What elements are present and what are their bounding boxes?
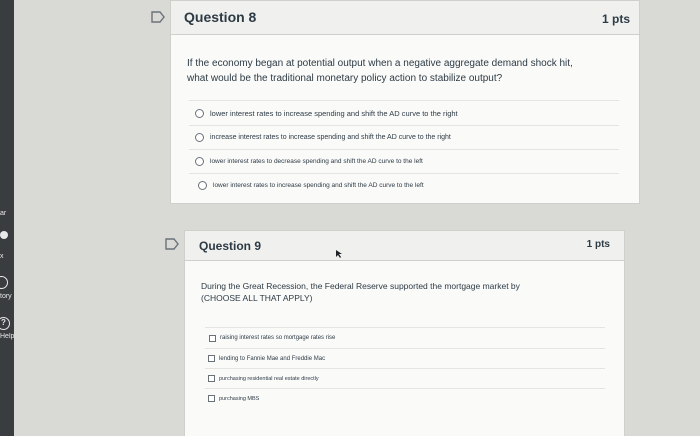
checkbox[interactable] — [208, 395, 215, 402]
checkbox[interactable] — [209, 334, 216, 342]
answer-option[interactable]: lower interest rates to increase spendin… — [189, 101, 619, 125]
checkbox[interactable] — [208, 355, 215, 362]
radio-button[interactable] — [195, 157, 204, 166]
answer-label: lower interest rates to decrease spendin… — [210, 158, 423, 165]
help-glyph: ? — [1, 318, 6, 327]
global-nav: ar x tory ? Help — [0, 0, 14, 436]
answer-label: purchasing MBS — [219, 395, 260, 402]
radio-button[interactable] — [198, 181, 207, 190]
question-card: Question 9 1 pts During the Great Recess… — [165, 230, 625, 436]
question-title: Question 8 — [184, 9, 257, 25]
question-points: 1 pts — [601, 12, 630, 26]
answer-label: increase interest rates to increase spen… — [210, 134, 451, 141]
answer-label: purchasing residential real estate direc… — [219, 375, 319, 382]
answer-list: raising interest rates so mortgage rates… — [205, 327, 605, 408]
question-text-line: During the Great Recession, the Federal … — [201, 281, 520, 291]
question-text: During the Great Recession, the Federal … — [201, 280, 520, 305]
history-icon[interactable] — [0, 276, 8, 289]
answer-option[interactable]: purchasing MBS — [205, 388, 605, 408]
dot-icon — [0, 231, 8, 239]
flag-icon[interactable] — [165, 238, 179, 250]
question-text: If the economy began at potential output… — [187, 57, 573, 86]
question-points: 1 pts — [586, 239, 610, 250]
answer-label: lower interest rates to increase spendin… — [213, 182, 424, 189]
answer-option[interactable]: lower interest rates to increase spendin… — [189, 173, 619, 197]
nav-item-label[interactable]: ar — [0, 210, 14, 217]
radio-button[interactable] — [195, 108, 204, 118]
answer-option[interactable]: lending to Fannie Mae and Freddie Mac — [205, 348, 605, 368]
nav-item-history-label[interactable]: tory — [0, 293, 14, 300]
question-title: Question 9 — [199, 239, 262, 253]
answer-option[interactable]: lower interest rates to decrease spendin… — [189, 149, 619, 173]
answer-option[interactable]: purchasing residential real estate direc… — [205, 368, 605, 388]
question-text-line: (CHOOSE ALL THAT APPLY) — [201, 293, 313, 304]
nav-item-help-label[interactable]: Help — [0, 333, 14, 340]
mouse-cursor-icon — [336, 250, 342, 258]
help-icon[interactable]: ? — [0, 317, 10, 330]
flag-icon[interactable] — [151, 11, 165, 23]
checkbox[interactable] — [208, 375, 215, 382]
answer-label: lower interest rates to increase spendin… — [210, 108, 458, 118]
answer-label: raising interest rates so mortgage rates… — [220, 335, 336, 341]
answer-option[interactable]: increase interest rates to increase spen… — [189, 125, 619, 149]
question-text-line: what would be the traditional monetary p… — [187, 72, 503, 84]
answer-list: lower interest rates to increase spendin… — [189, 100, 619, 197]
question-card: Question 8 1 pts If the economy began at… — [151, 0, 640, 204]
answer-label: lending to Fannie Mae and Freddie Mac — [219, 355, 326, 362]
nav-item-label[interactable]: x — [0, 253, 14, 260]
radio-button[interactable] — [195, 133, 204, 142]
answer-option[interactable]: raising interest rates so mortgage rates… — [205, 328, 605, 348]
question-text-line: If the economy began at potential output… — [187, 58, 573, 69]
